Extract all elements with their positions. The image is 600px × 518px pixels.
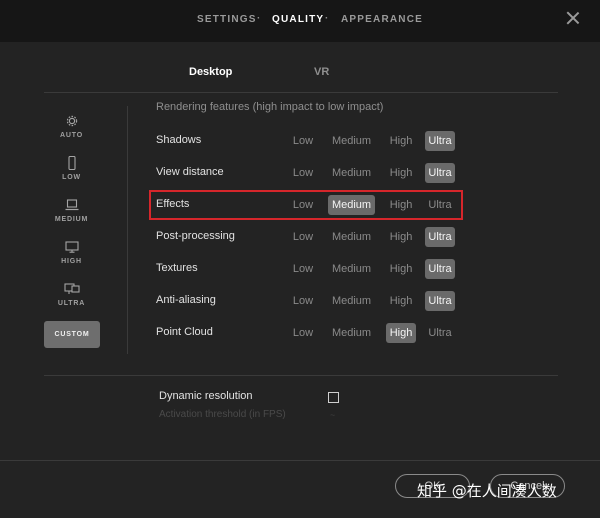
option-high[interactable]: High: [386, 227, 416, 247]
tab-vr[interactable]: VR: [314, 66, 329, 78]
setting-label: Textures: [156, 262, 198, 274]
setting-label: Point Cloud: [156, 326, 213, 338]
option-high[interactable]: High: [386, 291, 416, 311]
highlight-box: [149, 190, 463, 220]
preset-label: HIGH: [61, 258, 82, 265]
threshold-stepper[interactable]: ~: [330, 410, 398, 420]
option-high[interactable]: High: [386, 323, 416, 343]
option-ultra[interactable]: Ultra: [425, 291, 455, 311]
preset-label: AUTO: [60, 132, 83, 139]
setting-row: Textures Low Medium High Ultra: [150, 257, 465, 281]
preset-ultra[interactable]: ULTRA: [44, 282, 99, 307]
preset-label: ULTRA: [57, 300, 86, 307]
tab-desktop[interactable]: Desktop: [189, 66, 232, 78]
footer-divider: [0, 460, 600, 461]
option-medium[interactable]: Medium: [328, 227, 375, 247]
setting-row: Shadows Low Medium High Ultra: [150, 129, 465, 153]
threshold-label: Activation threshold (in FPS): [159, 409, 286, 420]
option-ultra[interactable]: Ultra: [425, 323, 455, 343]
option-low[interactable]: Low: [288, 227, 318, 247]
multi-monitor-icon: [44, 282, 99, 296]
nav-quality[interactable]: QUALITY: [272, 14, 324, 25]
setting-label: Post-processing: [156, 230, 235, 242]
divider: [44, 375, 558, 376]
setting-row: Anti-aliasing Low Medium High Ultra: [150, 289, 465, 313]
preset-low[interactable]: LOW: [44, 155, 99, 181]
setting-row: Point Cloud Low Medium High Ultra: [150, 321, 465, 345]
preset-auto[interactable]: AUTO: [44, 114, 99, 139]
option-low[interactable]: Low: [288, 131, 318, 151]
option-ultra[interactable]: Ultra: [425, 259, 455, 279]
option-ultra[interactable]: Ultra: [425, 163, 455, 183]
setting-label: Shadows: [156, 134, 202, 146]
setting-label: View distance: [156, 166, 224, 178]
option-high[interactable]: High: [386, 259, 416, 279]
option-medium[interactable]: Medium: [328, 259, 375, 279]
setting-row: Post-processing Low Medium High Ultra: [150, 225, 465, 249]
preset-medium[interactable]: MEDIUM: [44, 198, 99, 223]
option-medium[interactable]: Medium: [328, 323, 375, 343]
phone-icon: [44, 155, 99, 171]
preset-label: LOW: [62, 174, 81, 181]
close-icon[interactable]: [566, 11, 580, 25]
option-high[interactable]: High: [386, 163, 416, 183]
option-ultra[interactable]: Ultra: [425, 227, 455, 247]
setting-row: View distance Low Medium High Ultra: [150, 161, 465, 185]
dynamic-resolution-label: Dynamic resolution: [159, 390, 253, 402]
option-low[interactable]: Low: [288, 291, 318, 311]
monitor-icon: [44, 240, 99, 254]
nav-separator: ·: [257, 13, 262, 24]
nav-appearance[interactable]: APPEARANCE: [341, 14, 423, 25]
gear-icon: [44, 114, 99, 128]
preset-label: MEDIUM: [54, 216, 89, 223]
threshold-value: ~: [330, 410, 336, 420]
preset-custom-button[interactable]: CUSTOM: [44, 321, 100, 348]
option-medium[interactable]: Medium: [328, 291, 375, 311]
option-low[interactable]: Low: [288, 323, 318, 343]
option-ultra[interactable]: Ultra: [425, 131, 455, 151]
nav-settings[interactable]: SETTINGS: [197, 14, 257, 25]
nav-separator: ·: [325, 13, 330, 24]
preset-high[interactable]: HIGH: [44, 240, 99, 265]
option-medium[interactable]: Medium: [328, 163, 375, 183]
option-high[interactable]: High: [386, 131, 416, 151]
sidebar-divider: [127, 106, 128, 354]
section-title: Rendering features (high impact to low i…: [156, 101, 384, 113]
setting-label: Anti-aliasing: [156, 294, 216, 306]
option-low[interactable]: Low: [288, 259, 318, 279]
dynamic-resolution-checkbox[interactable]: [328, 392, 339, 403]
divider: [44, 92, 558, 93]
laptop-icon: [44, 198, 99, 212]
watermark: 知乎 @在人间凑人数: [417, 482, 557, 500]
option-low[interactable]: Low: [288, 163, 318, 183]
option-medium[interactable]: Medium: [328, 131, 375, 151]
